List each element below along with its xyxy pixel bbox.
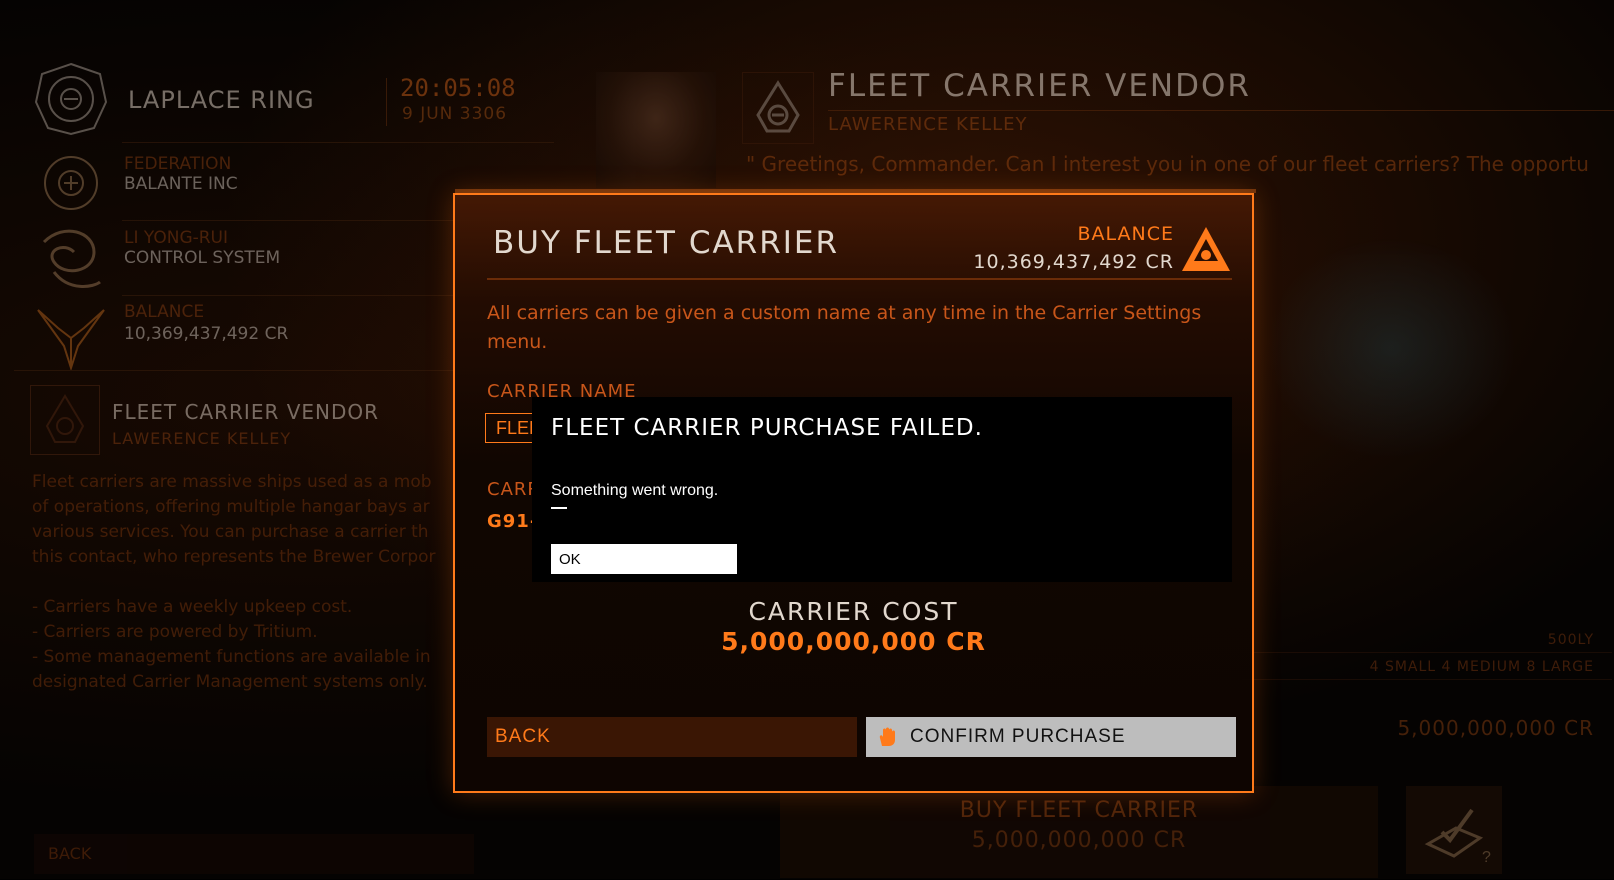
buy-button-price: 5,000,000,000 CR — [971, 828, 1187, 853]
vendor-title: FLEET CARRIER VENDOR — [828, 68, 1251, 104]
dialog-title: BUY FLEET CARRIER — [493, 225, 840, 261]
help-button[interactable]: ? — [1406, 786, 1502, 874]
back-button[interactable]: BACK — [487, 717, 857, 757]
vendor-panel-name: LAWERENCE KELLEY — [112, 429, 292, 448]
station-ring-icon — [34, 62, 108, 136]
carrier-hologram — [1256, 228, 1526, 468]
confirm-purchase-button[interactable]: CONFIRM PURCHASE — [866, 717, 1236, 757]
game-clock: 20:05:08 — [400, 74, 516, 102]
eagle-wings-icon — [37, 309, 105, 372]
panel-back-label: BACK — [48, 844, 92, 863]
power-state: CONTROL SYSTEM — [124, 248, 281, 268]
vendor-greeting: " Greetings, Commander. Can I interest y… — [746, 152, 1589, 176]
balance-value: 10,369,437,492 CR — [124, 324, 289, 344]
vendor-emblem-icon — [742, 72, 814, 144]
buy-button-title: BUY FLEET CARRIER — [959, 798, 1199, 823]
game-date: 9 JUN 3306 — [402, 104, 508, 124]
panel-back-button[interactable] — [34, 834, 474, 874]
clock-divider — [386, 78, 387, 126]
landing-pads-value: 4 SMALL 4 MEDIUM 8 LARGE — [1369, 659, 1594, 675]
hand-icon — [879, 727, 895, 746]
station-name: LAPLACE RING — [128, 86, 315, 114]
help-mark: ? — [1482, 849, 1491, 866]
carrier-id-value: G91- — [487, 511, 539, 532]
dialog-note: All carriers can be given a custom name … — [487, 302, 1202, 353]
ok-button[interactable]: OK — [551, 544, 737, 574]
divider — [122, 142, 554, 143]
dialog-balance-value: 10,369,437,492 CR — [973, 251, 1174, 273]
federation-icon — [44, 156, 98, 210]
book-check-icon: ? — [1424, 808, 1491, 866]
dialog-glow — [455, 189, 1256, 193]
confirm-purchase-label: CONFIRM PURCHASE — [910, 726, 1126, 747]
carrier-price: 5,000,000,000 CR — [1397, 716, 1594, 740]
vendor-emblem-icon — [30, 385, 100, 455]
carrier-cost-label: CARRIER COST — [748, 597, 959, 626]
vendor-name: LAWERENCE KELLEY — [828, 114, 1028, 135]
superpower-label: FEDERATION — [124, 154, 232, 174]
purchase-failed-popup: FLEET CARRIER PURCHASE FAILED. Something… — [532, 397, 1232, 582]
divider — [1242, 652, 1612, 653]
error-separator — [551, 507, 567, 509]
power-label: LI YONG-RUI — [124, 228, 229, 248]
balance-label: BALANCE — [124, 302, 205, 322]
error-message: Something went wrong. — [551, 482, 719, 499]
vendor-description: Fleet carriers are massive ships used as… — [32, 472, 436, 692]
vendor-portrait — [596, 72, 716, 188]
dialog-divider — [487, 278, 1232, 280]
error-title: FLEET CARRIER PURCHASE FAILED. — [551, 415, 983, 441]
vendor-panel-title: FLEET CARRIER VENDOR — [112, 400, 380, 424]
carrier-triangle-icon — [1182, 227, 1230, 271]
divider — [828, 110, 1614, 111]
divider — [1242, 679, 1612, 680]
jump-range-value: 500LY — [1547, 632, 1594, 648]
dialog-balance-label: BALANCE — [1077, 223, 1174, 245]
faction-name: BALANTE INC — [124, 174, 238, 194]
power-swirl-icon — [42, 229, 101, 288]
carrier-cost-value: 5,000,000,000 CR — [721, 627, 986, 656]
